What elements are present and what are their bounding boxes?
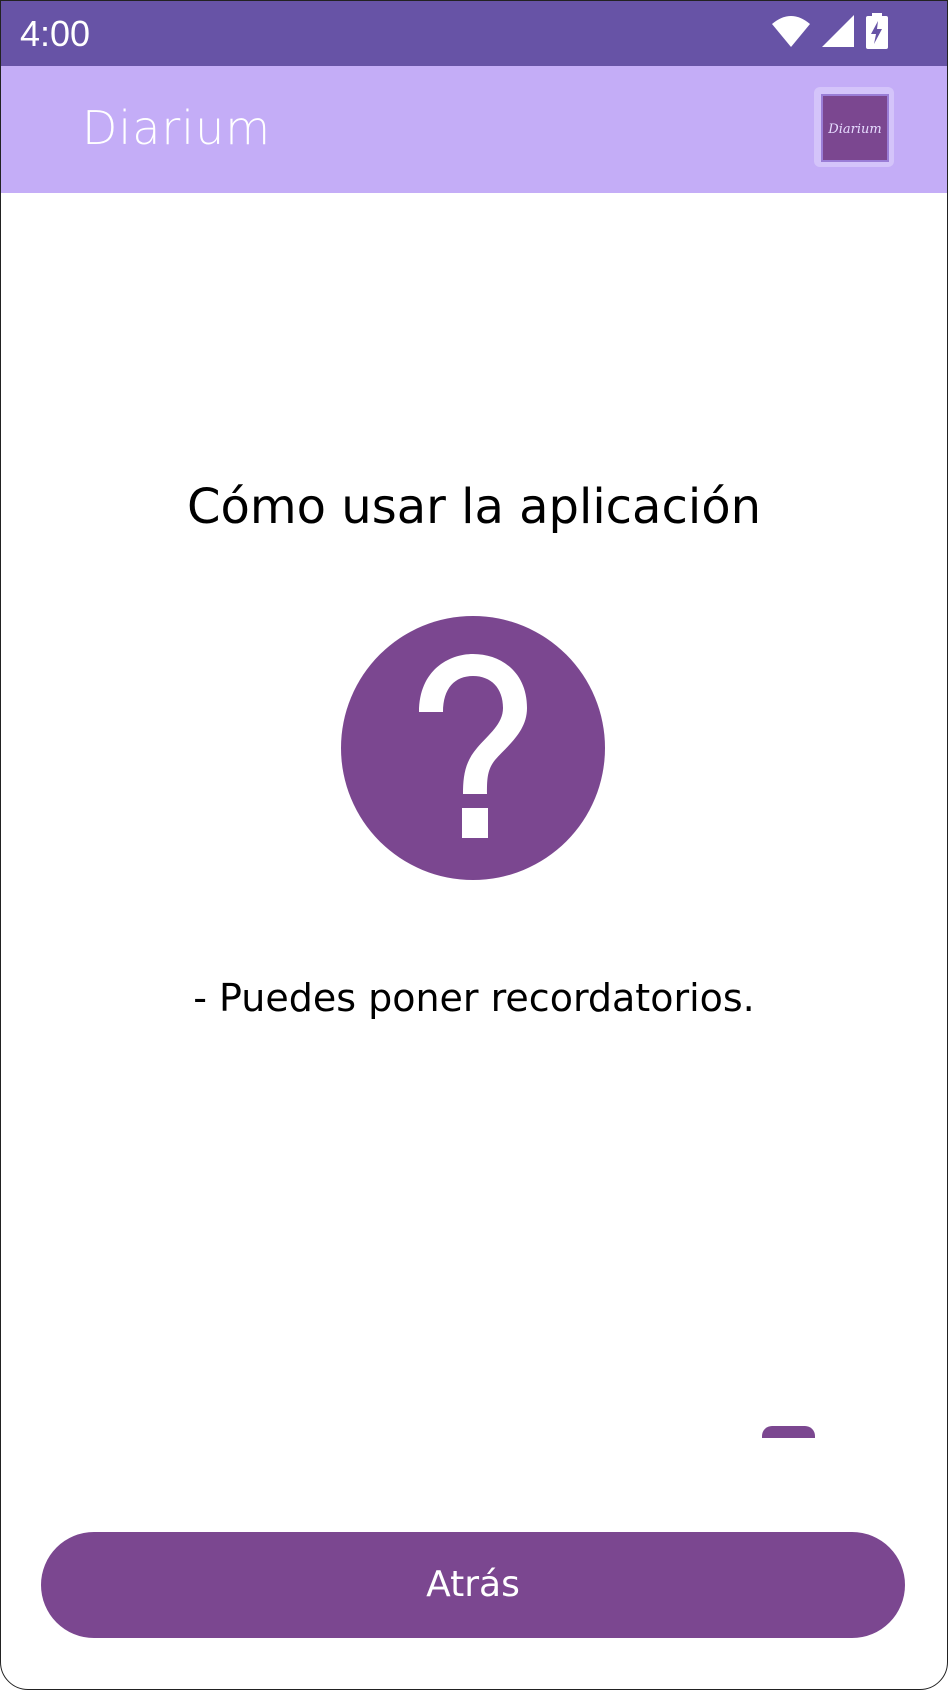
tip-text: - Puedes poner recordatorios. <box>193 976 755 1020</box>
app-title: Diarium <box>82 101 272 155</box>
status-icons <box>771 13 889 53</box>
app-logo-button[interactable]: Diarium <box>814 87 894 167</box>
help-circle-icon <box>341 616 605 880</box>
battery-charging-icon <box>865 13 889 53</box>
status-time: 4:00 <box>20 13 91 54</box>
scroll-indicator <box>762 1426 815 1438</box>
phone-screen: 4:00 Diarium Diarium Cómo usar la aplica… <box>0 0 948 1690</box>
app-bar: Diarium Diarium <box>1 66 947 193</box>
status-bar: 4:00 <box>1 1 947 66</box>
page-title: Cómo usar la aplicación <box>187 479 761 535</box>
back-button[interactable]: Atrás <box>41 1532 905 1638</box>
app-logo: Diarium <box>821 94 889 162</box>
signal-icon <box>821 14 855 52</box>
wifi-icon <box>771 14 811 52</box>
